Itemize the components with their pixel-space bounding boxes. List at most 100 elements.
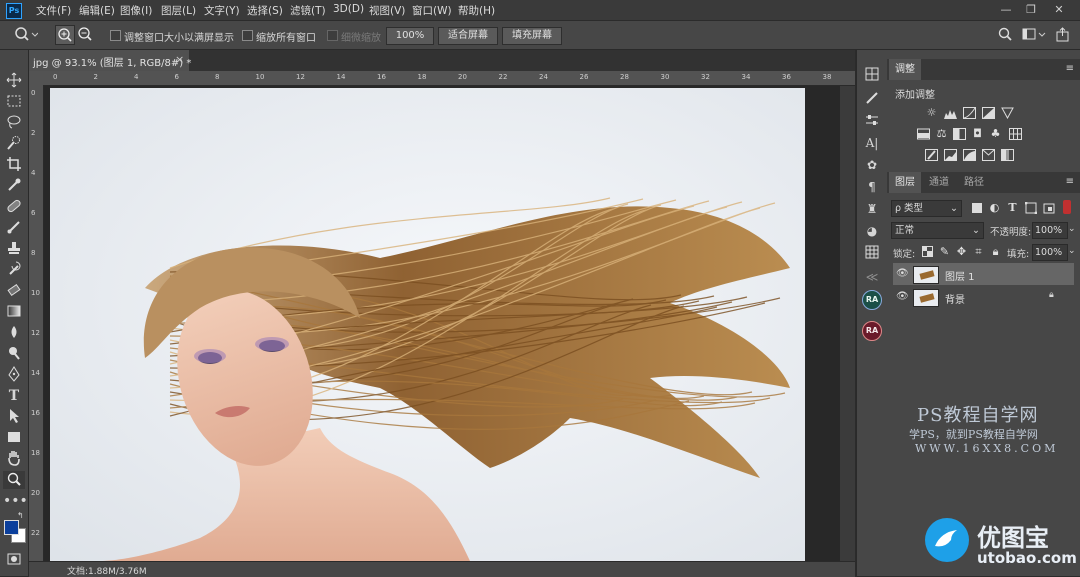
hand-tool-icon[interactable]	[3, 450, 25, 468]
layer-name[interactable]: 图层 1	[945, 268, 975, 283]
tool-presets-icon[interactable]: ♜	[862, 200, 882, 218]
fill-input[interactable]: 100%	[1032, 244, 1068, 261]
plugin-icon[interactable]: ≪	[862, 268, 882, 286]
zoom-all-windows-checkbox[interactable]	[242, 30, 253, 41]
eyedropper-tool-icon[interactable]	[3, 177, 25, 195]
brush-tool-icon[interactable]	[3, 219, 25, 237]
zoom-100-button[interactable]: 100%	[386, 27, 434, 45]
more-tools-icon[interactable]: •••	[3, 492, 28, 510]
close-document-icon[interactable]: ×	[175, 53, 184, 66]
filter-pixel-icon[interactable]	[970, 202, 983, 214]
layer-row-background[interactable]: 👁︎ 背景 🔒︎	[893, 286, 1074, 308]
lock-all-icon[interactable]: 🔒︎	[989, 246, 1002, 258]
workspace-icon[interactable]	[1022, 27, 1048, 46]
document-canvas[interactable]	[50, 88, 805, 561]
filter-smart-object-icon[interactable]	[1042, 202, 1055, 214]
quick-select-tool-icon[interactable]	[3, 135, 25, 153]
menu-help[interactable]: 帮助(H)	[458, 3, 495, 18]
layers-panel-menu-icon[interactable]: ≡	[1066, 176, 1074, 187]
ra-plugin-icon-2[interactable]: RA	[862, 321, 882, 341]
minimize-button[interactable]: —	[995, 2, 1017, 17]
menu-filter[interactable]: 滤镜(T)	[290, 3, 326, 18]
black-white-icon[interactable]	[953, 128, 966, 140]
menu-type[interactable]: 文字(Y)	[204, 3, 240, 18]
zoom-in-icon[interactable]	[55, 25, 75, 45]
fill-dropdown-icon[interactable]: ⌄	[1068, 246, 1076, 256]
type-tool-icon[interactable]: T	[3, 387, 25, 405]
gradient-map-icon[interactable]	[1001, 149, 1014, 161]
close-window-button[interactable]: ✕	[1048, 2, 1070, 17]
panel-menu-icon[interactable]: ≡	[1066, 63, 1074, 74]
rectangle-tool-icon[interactable]	[3, 429, 25, 447]
restore-button[interactable]: ❐	[1020, 2, 1042, 17]
layer-row-selected[interactable]: 👁︎ 图层 1	[893, 263, 1074, 285]
zoom-tool-preset-icon[interactable]	[14, 26, 39, 45]
filter-adjustment-icon[interactable]: ◐	[988, 202, 1001, 214]
tab-adjustments[interactable]: 调整	[889, 59, 921, 80]
properties-icon[interactable]	[862, 112, 882, 130]
lock-artboard-icon[interactable]: ⌗	[972, 246, 985, 258]
menu-select[interactable]: 选择(S)	[247, 3, 283, 18]
marquee-tool-icon[interactable]	[3, 93, 25, 111]
menu-view[interactable]: 视图(V)	[369, 3, 405, 18]
history-panel-icon[interactable]	[862, 66, 882, 84]
exposure-icon[interactable]	[982, 107, 995, 119]
blend-mode-select[interactable]: 正常 ⌄	[891, 222, 984, 239]
vibrance-icon[interactable]	[1001, 107, 1014, 120]
filter-shape-icon[interactable]	[1024, 201, 1037, 215]
quick-mask-icon[interactable]	[7, 553, 21, 568]
clone-stamp-tool-icon[interactable]	[3, 240, 25, 258]
visibility-eye-icon[interactable]: 👁︎	[896, 268, 909, 279]
menu-file[interactable]: 文件(F)	[36, 3, 71, 18]
history-brush-tool-icon[interactable]	[3, 261, 25, 279]
menu-layer[interactable]: 图层(L)	[161, 3, 196, 18]
visibility-eye-icon[interactable]: 👁︎	[896, 291, 909, 302]
hue-saturation-icon[interactable]	[917, 128, 930, 140]
lock-image-pixels-icon[interactable]: ✎	[938, 246, 951, 258]
zoom-out-icon[interactable]	[76, 25, 94, 46]
color-lookup-icon[interactable]	[1009, 128, 1022, 140]
curves-icon[interactable]	[963, 107, 976, 119]
photo-filter-icon[interactable]: ◘	[971, 128, 984, 140]
grid-panel-icon[interactable]	[862, 244, 882, 262]
threshold-icon[interactable]	[963, 149, 976, 161]
filter-toggle[interactable]	[1063, 200, 1071, 214]
path-selection-tool-icon[interactable]	[3, 408, 25, 426]
brush-settings-icon[interactable]	[862, 90, 882, 108]
swatches-icon[interactable]: ◕	[862, 222, 882, 240]
eraser-tool-icon[interactable]	[3, 282, 25, 300]
menu-3d[interactable]: 3D(D)	[333, 3, 364, 15]
invert-icon[interactable]	[925, 149, 938, 161]
healing-brush-tool-icon[interactable]	[3, 198, 25, 216]
vertical-scrollbar[interactable]	[840, 86, 855, 561]
opacity-input[interactable]: 100%	[1032, 222, 1068, 239]
gradient-tool-icon[interactable]	[3, 303, 25, 321]
ra-plugin-icon-1[interactable]: RA	[862, 290, 882, 310]
menu-window[interactable]: 窗口(W)	[412, 3, 452, 18]
layer-filter-kind-select[interactable]: ρ 类型 ⌄	[891, 200, 962, 217]
posterize-icon[interactable]	[944, 149, 957, 161]
swap-colors-icon[interactable]: ↰	[17, 511, 24, 520]
lasso-tool-icon[interactable]	[3, 114, 25, 132]
scrubby-zoom-checkbox[interactable]	[327, 30, 338, 41]
tab-paths[interactable]: 路径	[964, 172, 984, 193]
tab-channels[interactable]: 通道	[929, 172, 949, 193]
menu-edit[interactable]: 编辑(E)	[79, 3, 115, 18]
resize-windows-checkbox[interactable]	[110, 30, 121, 41]
dodge-tool-icon[interactable]	[3, 345, 25, 363]
pen-tool-icon[interactable]	[3, 366, 25, 384]
color-balance-icon[interactable]: ⚖	[935, 128, 948, 140]
layer-name[interactable]: 背景	[945, 291, 965, 306]
menu-image[interactable]: 图像(I)	[120, 3, 152, 18]
opacity-dropdown-icon[interactable]: ⌄	[1068, 224, 1076, 234]
search-icon[interactable]	[998, 27, 1014, 46]
tab-layers[interactable]: 图层	[889, 172, 921, 193]
character-panel-icon[interactable]: A|	[862, 134, 882, 152]
channel-mixer-icon[interactable]: ♣	[989, 128, 1002, 140]
paragraph-panel-icon[interactable]: ¶	[862, 178, 882, 196]
move-tool-icon[interactable]	[3, 72, 25, 90]
crop-tool-icon[interactable]	[3, 156, 25, 174]
share-icon[interactable]	[1055, 27, 1071, 46]
document-tab[interactable]: jpg @ 93.1% (图层 1, RGB/8#) * ×	[29, 50, 191, 71]
levels-icon[interactable]	[944, 107, 957, 119]
